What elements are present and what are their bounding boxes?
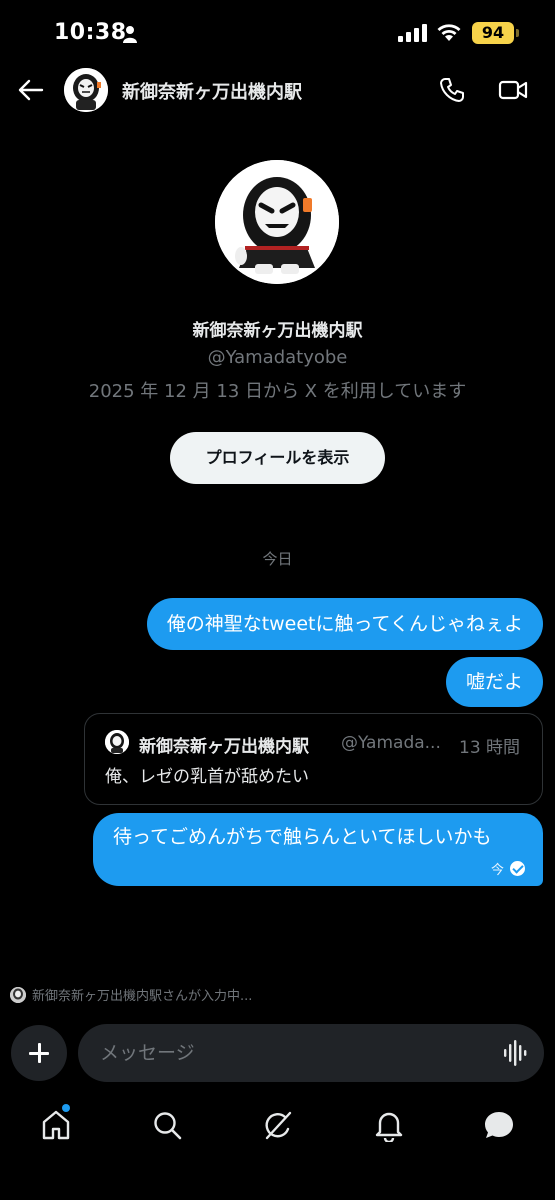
bell-icon[interactable] [372, 1108, 406, 1142]
message-meta: 今 [491, 859, 525, 878]
search-icon[interactable] [150, 1108, 184, 1142]
profile-handle: @Yamadatyobe [207, 347, 348, 368]
grok-icon[interactable] [261, 1108, 295, 1142]
message-text: 待ってごめんがちで触らんといてほしいかも [113, 826, 492, 848]
avatar-image [215, 160, 339, 284]
quoted-post-card[interactable]: 新御奈新ヶ万出機内駅 @Yamada... 13 時間 俺、レゼの乳首が舐めたい [84, 713, 543, 805]
avatar-image [105, 730, 129, 754]
avatar-image [64, 68, 108, 112]
waveform-icon[interactable] [503, 1040, 527, 1066]
status-time: 10:38 [54, 20, 127, 45]
date-divider: 今日 [262, 550, 293, 568]
message-bubble-icon[interactable] [482, 1108, 516, 1142]
message-bubble[interactable]: 俺の神聖なtweetに触ってくんじゃねぇよ [146, 598, 543, 650]
typing-indicator: 新御奈新ヶ万出機内駅さんが入力中... [10, 985, 252, 1004]
avatar-image [10, 986, 26, 1003]
signal-icon [398, 24, 427, 42]
message-bubble[interactable]: 嘘だよ [445, 657, 543, 707]
plus-icon[interactable] [11, 1025, 67, 1081]
view-profile-button[interactable]: プロフィールを表示 [170, 432, 385, 484]
phone-icon[interactable] [438, 76, 466, 104]
message-input[interactable] [78, 1024, 544, 1082]
header-avatar[interactable] [64, 68, 108, 112]
message-time: 今 [490, 863, 504, 878]
conversation-header: 新御奈新ヶ万出機内駅 [0, 66, 555, 116]
message-bubble[interactable]: 待ってごめんがちで触らんといてほしいかも 今 [93, 813, 543, 886]
header-title[interactable]: 新御奈新ヶ万出機内駅 [122, 78, 302, 104]
status-bar: 10:38 94 [0, 0, 555, 66]
battery-indicator: 94 [472, 22, 519, 44]
quote-timestamp: 13 時間 [459, 738, 521, 758]
quote-avatar [105, 730, 129, 754]
profile-name: 新御奈新ヶ万出機内駅 [192, 321, 363, 341]
person-icon [123, 26, 137, 43]
typing-text: 新御奈新ヶ万出機内駅さんが入力中... [32, 989, 253, 1004]
profile-avatar[interactable] [215, 160, 339, 284]
typing-avatar [10, 986, 26, 1003]
notification-badge [62, 1104, 70, 1112]
quote-author-handle: @Yamada... [341, 733, 441, 753]
bottom-tab-bar [0, 1100, 555, 1150]
read-check-icon [510, 861, 525, 876]
home-icon[interactable] [39, 1108, 73, 1142]
quote-author-name: 新御奈新ヶ万出機内駅 [139, 737, 309, 757]
arrow-left-icon[interactable] [18, 78, 44, 102]
quote-text: 俺、レゼの乳首が舐めたい [105, 767, 309, 787]
wifi-icon [437, 24, 461, 41]
home-indicator [206, 1185, 348, 1190]
profile-joined-date: 2025 年 12 月 13 日から X を利用しています [88, 381, 467, 402]
video-camera-icon[interactable] [498, 78, 528, 102]
